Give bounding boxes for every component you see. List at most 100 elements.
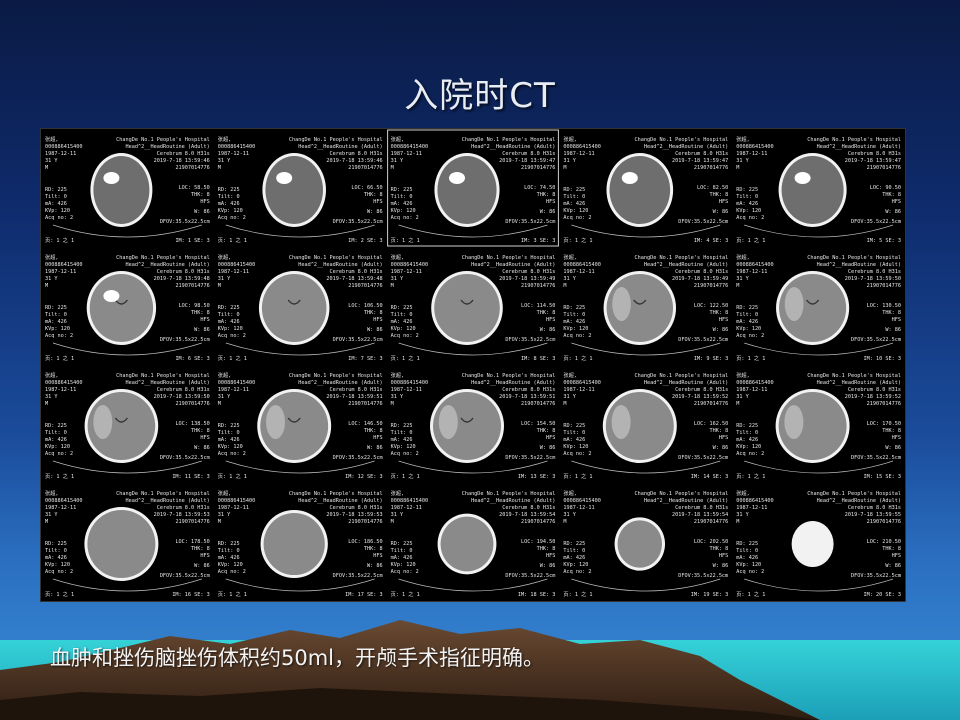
- ct-slice-cell[interactable]: 张超,0008864154001987-12-1131 YM RD: 225Til…: [391, 253, 556, 362]
- dfov: DFOV:35.5x22.5cm: [333, 219, 383, 225]
- patient-age: 31 Y: [736, 512, 749, 518]
- ct-slice-cell[interactable]: 张超,0008864154001987-12-1131 YM RD: 225Til…: [736, 371, 901, 480]
- ct-slice-cell[interactable]: 张超,0008864154001987-12-1131 YM RD: 225Til…: [218, 371, 383, 480]
- patient-sex: M: [45, 283, 48, 289]
- ct-slice-cell[interactable]: 张超,0008864154001987-12-1131 YM RD: 225Til…: [563, 489, 728, 598]
- patient-age: 31 Y: [736, 276, 749, 282]
- ct-slice-cell[interactable]: 张超,0008864154001987-12-1131 YM RD: 225Til…: [736, 253, 901, 362]
- ct-slice-cell[interactable]: 张超,0008864154001987-12-1131 YM RD: 225Til…: [45, 489, 210, 598]
- dfov: DFOV:35.5x22.5cm: [160, 337, 210, 343]
- dfov: DFOV:35.5x22.5cm: [851, 455, 901, 461]
- page-label: 页: 1 之 1: [736, 472, 765, 480]
- rd-value: RD: 225: [391, 187, 413, 193]
- ct-slice-cell[interactable]: 张超,0008864154001987-12-1131 YM RD: 225Til…: [387, 129, 559, 247]
- patient-age: 31 Y: [218, 158, 231, 164]
- hospital-name: ChangDe No.1 People's Hospital: [289, 255, 383, 261]
- ct-slice-cell[interactable]: 张超,0008864154001987-12-1131 YM RD: 225Til…: [736, 135, 901, 244]
- image-number: IM: 15 SE: 3: [864, 474, 901, 480]
- patient-sex: M: [736, 165, 739, 171]
- thickness: THK: 8: [882, 428, 901, 434]
- ct-slice-cell[interactable]: 张超,0008864154001987-12-1131 YM RD: 225Til…: [218, 135, 383, 244]
- acq-time: 2019-7-18 13:59:52: [672, 394, 728, 400]
- patient-age: 31 Y: [391, 158, 404, 164]
- accession: 21907014776: [175, 401, 209, 407]
- scale-arc: [744, 460, 894, 474]
- brain-shape: [781, 156, 844, 224]
- accession: 21907014776: [694, 519, 728, 525]
- protocol: Head^2__HeadRoutine (Adult): [125, 144, 209, 150]
- acq-time: 2019-7-18 13:59:52: [845, 394, 901, 400]
- ma-value: mA: 426: [736, 437, 758, 443]
- acq-time: 2019-7-18 13:59:49: [672, 276, 728, 282]
- orientation: HFS: [200, 435, 209, 441]
- patient-age: 31 Y: [563, 394, 576, 400]
- ct-film-sheet: 张超,0008864154001987-12-1131 YMRD: 225Til…: [40, 128, 906, 602]
- rd-value: RD: 225: [391, 541, 413, 547]
- acq-time: 2019-7-18 13:59:50: [845, 276, 901, 282]
- ct-slice-cell[interactable]: 张超,0008864154001987-12-1131 YM RD: 225Til…: [218, 253, 383, 362]
- patient-id: 000886415400: [736, 262, 773, 268]
- ct-slice-cell[interactable]: 张超,0008864154001987-12-1131 YM RD: 225Til…: [218, 489, 383, 598]
- acq-value: Acq no: 2: [218, 569, 246, 575]
- bone-region: [103, 290, 120, 302]
- scale-arc: [398, 224, 548, 238]
- hematoma-region: [784, 287, 804, 321]
- patient-name: 张超,: [218, 371, 232, 379]
- tilt-value: Tilt: 0: [218, 194, 240, 200]
- thickness: THK: 8: [882, 192, 901, 198]
- patient-name: 张超,: [391, 135, 405, 143]
- image-number: IM: 7 SE: 3: [348, 356, 382, 362]
- ct-slice-cell[interactable]: 张超,0008864154001987-12-1131 YM RD: 225Til…: [391, 489, 556, 598]
- hospital-name: ChangDe No.1 People's Hospital: [462, 373, 556, 379]
- image-number: IM: 14 SE: 3: [691, 474, 728, 480]
- protocol: Head^2__HeadRoutine (Adult): [471, 498, 555, 504]
- scale-arc: [398, 460, 548, 474]
- tilt-value: Tilt: 0: [563, 430, 585, 436]
- brain-shape: [87, 510, 156, 578]
- slice-location: LOC: 82.50: [697, 185, 728, 191]
- orientation: HFS: [546, 435, 555, 441]
- page-label: 页: 1 之 1: [218, 472, 247, 480]
- ct-slice-cell[interactable]: 张超,0008864154001987-12-1131 YM RD: 225Til…: [45, 253, 210, 362]
- scale-arc: [744, 342, 894, 356]
- accession: 21907014776: [867, 401, 901, 407]
- tilt-value: Tilt: 0: [736, 548, 758, 554]
- patient-id: 000886415400: [736, 380, 773, 386]
- patient-name: 张超,: [45, 135, 59, 143]
- ct-slice-cell[interactable]: 张超,0008864154001987-12-1131 YM RD: 225Til…: [563, 253, 728, 362]
- accession: 21907014776: [175, 519, 209, 525]
- tilt-value: Tilt: 0: [45, 194, 67, 200]
- slice-location: LOC: 106.50: [348, 303, 382, 309]
- ct-slice-cell[interactable]: 张超,0008864154001987-12-1131 YM RD: 225Til…: [563, 371, 728, 480]
- acq-time: 2019-7-18 13:59:54: [499, 512, 555, 518]
- slice-location: LOC: 130.50: [867, 303, 901, 309]
- patient-sex: M: [563, 401, 566, 407]
- protocol: Head^2__HeadRoutine (Adult): [644, 144, 728, 150]
- patient-sex: M: [218, 283, 221, 289]
- ct-slice-cell[interactable]: 张超,0008864154001987-12-1131 YM RD: 225Til…: [391, 371, 556, 480]
- page-label: 页: 1 之 1: [218, 236, 247, 244]
- series-desc: Cerebrum 8.0 H31s: [157, 151, 210, 157]
- patient-sex: M: [45, 401, 48, 407]
- kvp-value: KVp: 120: [736, 444, 761, 450]
- birth-date: 1987-12-11: [45, 387, 76, 393]
- slice-location: LOC: 178.50: [175, 539, 209, 545]
- dfov: DFOV:35.5x22.5cm: [333, 455, 383, 461]
- window-width: W: 86: [713, 563, 729, 569]
- ma-value: mA: 426: [45, 555, 67, 561]
- scale-arc: [398, 578, 548, 592]
- ct-slice-cell[interactable]: 张超,0008864154001987-12-1131 YM RD: 225Til…: [736, 489, 901, 598]
- image-number: IM: 13 SE: 3: [518, 474, 555, 480]
- patient-name: 张超,: [391, 253, 405, 261]
- ct-slice-cell[interactable]: 张超,0008864154001987-12-1131 YM RD: 225Til…: [563, 135, 728, 244]
- thickness: THK: 8: [709, 428, 728, 434]
- kvp-value: KVp: 120: [218, 208, 243, 214]
- slide-caption: 血肿和挫伤脑挫伤体积约50ml，开颅手术指征明确。: [50, 646, 545, 670]
- orientation: HFS: [546, 553, 555, 559]
- slice-location: LOC: 90.50: [870, 185, 901, 191]
- ct-slice-cell[interactable]: 张超,0008864154001987-12-1131 YM RD: 225Til…: [45, 371, 210, 480]
- tilt-value: Tilt: 0: [45, 312, 67, 318]
- ct-slice-cell[interactable]: 张超,0008864154001987-12-1131 YM RD: 225Til…: [45, 135, 210, 244]
- patient-name: 张超,: [391, 489, 405, 497]
- accession: 21907014776: [867, 165, 901, 171]
